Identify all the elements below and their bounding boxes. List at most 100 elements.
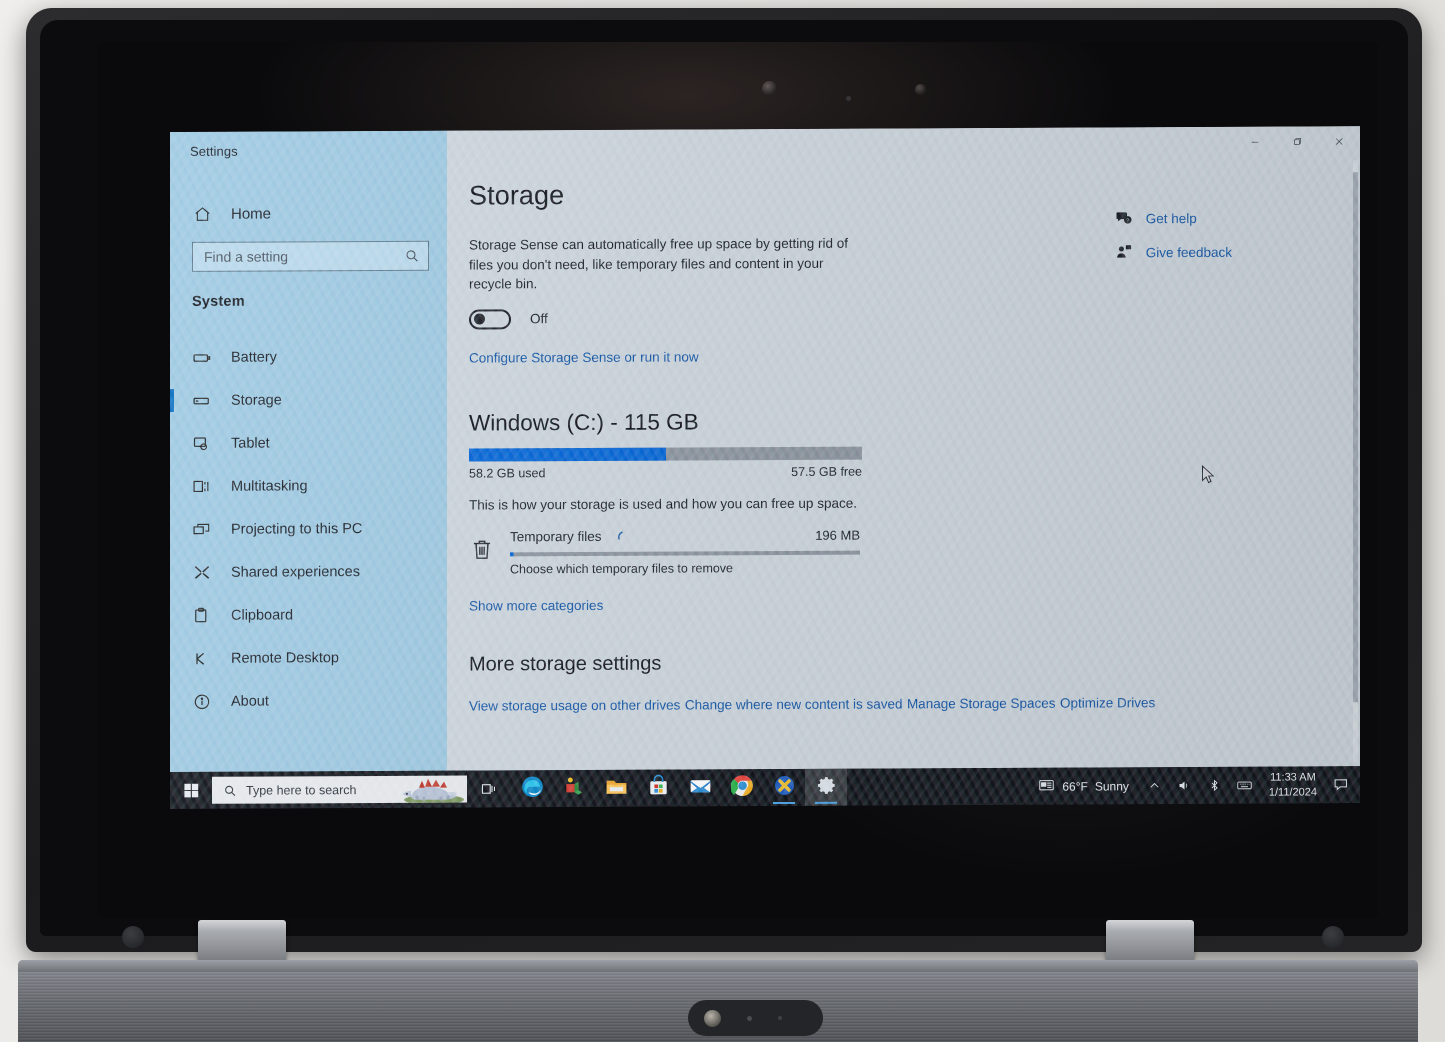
info-icon [192,691,212,711]
sidebar-item-remote-desktop[interactable]: Remote Desktop [170,636,447,680]
get-help-link[interactable]: Get help [1146,210,1197,225]
sidebar-item-tablet[interactable]: Tablet [170,421,447,465]
sidebar-item-multitasking[interactable]: Multitasking [170,464,447,508]
taskbar: Type here to search 66°F Sunny 11:33 AM … [170,766,1360,809]
manage-storage-spaces-link[interactable]: Manage Storage Spaces [907,695,1056,711]
help-links: ? Get help Give feedback [1115,209,1232,278]
search-input[interactable] [204,247,404,265]
lid-foot-right [1322,926,1344,948]
taskbar-app-microsoft-edge[interactable] [511,770,553,807]
taskbar-app-microsoft-store[interactable] [637,770,679,807]
windows-start-icon[interactable] [170,772,212,809]
taskbar-search-box[interactable]: Type here to search [212,775,467,804]
settings-sidebar: Settings Home Find a setting System Batt… [170,130,447,772]
system-tray: 66°F Sunny 11:33 AM 1/11/2024 [1032,766,1360,805]
storage-sense-description: Storage Sense can automatically free up … [469,235,848,292]
hinge-left [198,920,286,964]
touch-keyboard-icon[interactable] [1230,767,1260,804]
sidebar-item-projecting[interactable]: Projecting to this PC [170,507,447,551]
notification-icon[interactable] [1326,766,1356,803]
sidebar-item-battery[interactable]: Battery [170,335,447,379]
more-storage-settings-heading: More storage settings [469,652,662,676]
task-view-icon[interactable] [467,770,511,807]
sidebar-item-storage[interactable]: Storage [170,378,447,422]
sensor-icon [915,84,926,95]
temporary-files-body: Temporary files 196 MB Choose which temp… [510,527,860,576]
sidebar-item-battery-label: Battery [231,348,277,366]
weather-widget[interactable]: 66°F Sunny [1032,776,1140,797]
trash-icon [469,535,495,565]
mail-icon [689,774,712,802]
sidebar-item-remote-desktop-label: Remote Desktop [231,649,339,667]
clock[interactable]: 11:33 AM 1/11/2024 [1260,770,1326,800]
taskbar-app-3d-viewer[interactable] [553,770,595,807]
temporary-files-name: Temporary files [510,529,602,545]
search-field-wrapper[interactable] [192,240,429,272]
view-storage-usage-link[interactable]: View storage usage on other drives [469,697,680,713]
battery-icon [192,347,212,367]
temporary-files-row[interactable]: Temporary files 196 MB Choose which temp… [469,525,1360,576]
configure-storage-sense-link[interactable]: Configure Storage Sense or run it now [469,349,699,365]
speaker-icon[interactable] [1170,767,1200,804]
stegosaurus-icon [401,776,467,804]
tablet-icon [192,433,212,453]
rear-camera-lens-icon [704,1009,721,1027]
taskbar-app-google-chrome[interactable] [721,769,763,806]
sidebar-item-home-label: Home [231,205,272,223]
close-button[interactable] [1318,126,1360,156]
give-feedback-link[interactable]: Give feedback [1146,244,1232,259]
taskbar-search-placeholder: Type here to search [246,782,357,798]
sidebar-item-shared-experiences-label: Shared experiences [231,563,360,581]
change-where-content-saved-link[interactable]: Change where new content is saved [685,696,903,712]
temporary-files-header: Temporary files 196 MB [510,527,860,545]
mouse-cursor [1201,465,1215,485]
camera-led-icon [846,96,851,101]
drive-usage-bar [469,446,862,462]
search-icon [404,248,420,264]
storage-sense-toggle[interactable] [469,309,511,330]
projecting-icon [192,519,212,539]
hinge-right [1106,920,1194,964]
taskbar-app-mail[interactable] [679,769,721,806]
x-circle-icon [773,773,796,801]
bluetooth-icon[interactable] [1200,767,1230,804]
optimize-drives-link[interactable]: Optimize Drives [1060,695,1155,710]
page-title: Storage [469,180,565,211]
temporary-files-bar [510,550,860,557]
rear-camera-module [688,1000,823,1036]
chrome-icon [729,774,754,802]
sidebar-item-clipboard[interactable]: Clipboard [170,593,447,637]
sidebar-item-home[interactable]: Home [170,193,447,234]
restore-button[interactable] [1276,126,1318,156]
temporary-files-size: 196 MB [815,527,860,544]
get-help-icon: ? [1115,209,1133,227]
temporary-files-subtitle: Choose which temporary files to remove [510,560,734,577]
drive-free-label: 57.5 GB free [791,464,862,479]
loading-spinner-icon [616,528,632,544]
microphone-hole-icon [747,1015,752,1021]
toggle-knob [474,313,485,325]
settings-content: ? Get help Give feedback Storage Storage… [447,126,1360,771]
sidebar-item-list: Battery Storage Tablet Multitasking Proj… [170,335,447,723]
drive-usage-legend: 58.2 GB used 57.5 GB free [469,464,862,480]
sidebar-section-label: System [192,293,245,310]
sidebar-item-storage-label: Storage [231,391,282,409]
clock-date: 1/11/2024 [1268,785,1317,799]
show-more-categories-link[interactable]: Show more categories [469,598,603,614]
content-scrollbar[interactable] [1353,160,1358,763]
laptop-photo: Settings Home Find a setting System Batt… [0,0,1445,1042]
sidebar-item-shared-experiences[interactable]: Shared experiences [170,550,447,594]
webcam-icon [762,81,777,96]
minimize-button[interactable] [1234,127,1276,157]
clipboard-icon [192,605,212,625]
taskbar-app-file-explorer[interactable] [595,770,637,807]
taskbar-app-settings[interactable] [805,768,847,806]
give-feedback-row[interactable]: Give feedback [1115,243,1232,262]
get-help-row[interactable]: ? Get help [1115,209,1232,228]
taskbar-app-x-app[interactable] [763,769,805,806]
scrollbar-thumb[interactable] [1353,172,1358,703]
app-title: Settings [190,143,238,159]
chevron-up-icon[interactable] [1140,767,1170,804]
shared-experiences-icon [192,562,212,582]
sidebar-item-about[interactable]: About [170,679,447,723]
